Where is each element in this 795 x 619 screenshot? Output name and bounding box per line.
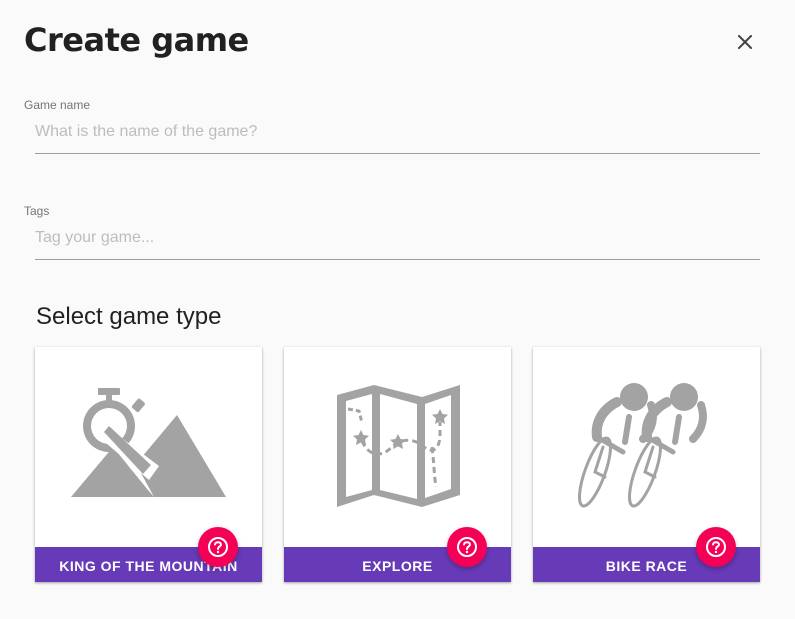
select-game-type-heading: Select game type: [36, 303, 222, 330]
game-type-card-explore[interactable]: EXPLORE: [284, 347, 511, 582]
cyclists-icon: [578, 383, 707, 508]
stopwatch-mountain-icon: [71, 388, 226, 497]
game-name-label: Game name: [24, 98, 91, 112]
help-circle-icon: [457, 537, 477, 557]
tags-field: Tags: [24, 204, 760, 260]
help-button[interactable]: [198, 527, 238, 567]
dialog-title: Create game: [24, 21, 249, 59]
tags-input[interactable]: [35, 222, 760, 260]
tags-label: Tags: [24, 204, 50, 218]
card-image: [284, 347, 511, 547]
card-image: [533, 347, 760, 547]
help-button[interactable]: [696, 527, 736, 567]
help-button[interactable]: [447, 527, 487, 567]
game-name-input[interactable]: [35, 116, 760, 154]
help-circle-icon: [706, 537, 726, 557]
card-image: [35, 347, 262, 547]
help-circle-icon: [208, 537, 228, 557]
game-name-field: Game name: [24, 98, 760, 154]
create-game-dialog: Create game Game name Tags Select game t…: [0, 0, 795, 619]
close-button[interactable]: [731, 28, 759, 56]
close-icon: [738, 35, 752, 49]
game-type-card-king-of-the-mountain[interactable]: KING OF THE MOUNTAIN: [35, 347, 262, 582]
treasure-map-icon: [337, 385, 460, 507]
game-type-card-bike-race[interactable]: BIKE RACE: [533, 347, 760, 582]
